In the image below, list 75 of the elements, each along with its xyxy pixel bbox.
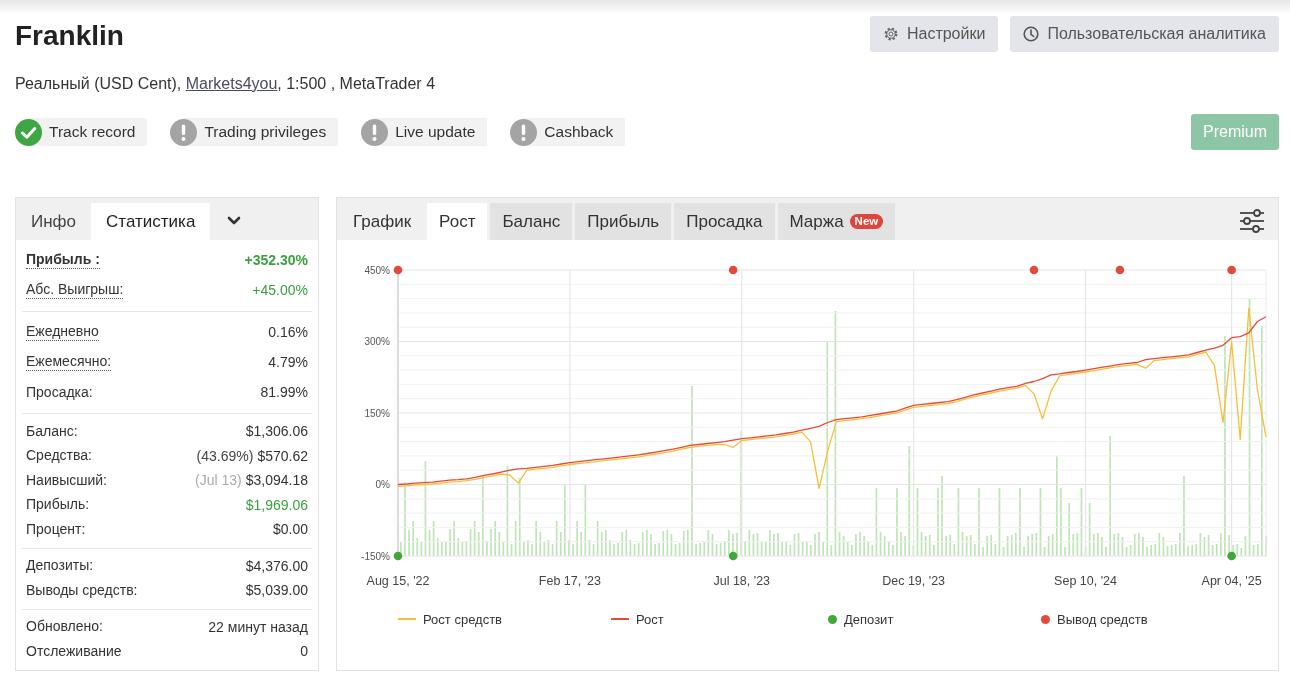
chart-tab[interactable]: Маржа New <box>777 203 896 240</box>
chevron-down-icon[interactable] <box>227 216 242 226</box>
stat-label: Баланс: <box>26 422 78 440</box>
legend-label: Вывод средств <box>1057 611 1148 627</box>
stat-value: $3,094.18 <box>245 472 308 489</box>
panel-tab[interactable]: Статистика <box>91 203 211 240</box>
chart-marker <box>393 265 403 275</box>
stat-value: $1,306.06 <box>245 423 308 440</box>
stat-label: Прибыль : <box>26 251 100 269</box>
settings-button[interactable]: Настройки <box>869 16 999 52</box>
stat-value: $5,039.00 <box>245 582 308 599</box>
gear-icon <box>882 26 899 42</box>
stat-label: Ежедневно <box>26 323 99 341</box>
stat-note: (Jul 13) <box>195 472 242 489</box>
broker-link[interactable]: Markets4you <box>185 75 278 92</box>
stat-label: Выводы средств: <box>26 581 138 599</box>
stat-label: Отслеживание <box>26 642 122 660</box>
stat-label: Наивысший: <box>26 471 107 489</box>
account-details: Реальный (USD Cent), Markets4you, 1:500 , MetaTrader 4 <box>15 74 436 94</box>
chart-marker <box>1227 551 1236 561</box>
x-axis-label: Aug 15, '22 <box>366 574 430 588</box>
chart-marker <box>1227 265 1236 275</box>
stat-value: $0.00 <box>272 521 308 538</box>
legend-label: Рост средств <box>423 611 502 627</box>
stat-label: Обновлено: <box>26 618 103 636</box>
x-axis-label: Jul 18, '23 <box>713 574 771 588</box>
chart-marker <box>1029 265 1039 275</box>
stat-value: $1,969.06 <box>245 496 308 513</box>
chart-tab[interactable]: Баланс <box>490 203 573 240</box>
stat-value: 4.79% <box>268 354 308 370</box>
chart-marker <box>1115 265 1125 275</box>
badge-label: Trading privileges <box>204 123 327 141</box>
y-axis-label: 0% <box>375 479 390 490</box>
badge-label: Live update <box>395 123 476 141</box>
stat-value: 0 <box>300 643 308 660</box>
stat-label: Процент: <box>26 520 86 538</box>
y-axis-label: -150% <box>361 550 390 562</box>
chart-marker <box>393 551 403 561</box>
chart-tab[interactable]: Прибыль <box>575 203 672 240</box>
new-badge: New <box>849 214 884 229</box>
x-axis-label: Dec 19, '23 <box>882 574 946 588</box>
legend-label: Рост <box>636 611 664 627</box>
stat-label: Средства: <box>26 447 92 465</box>
stat-value: 22 минут назад <box>208 618 308 635</box>
badge-label: Cashback <box>544 123 614 141</box>
stat-value: +352.30% <box>244 252 308 268</box>
x-axis-label: Apr 04, '25 <box>1201 574 1262 588</box>
y-axis-label: 450% <box>364 264 390 276</box>
chart-marker <box>728 265 738 275</box>
stat-label: Прибыль: <box>26 496 90 514</box>
chart-heading: График <box>352 211 413 233</box>
clock-icon <box>1023 26 1040 42</box>
panel-tab[interactable]: Инфо <box>16 203 92 240</box>
x-axis-label: Feb 17, '23 <box>538 574 601 588</box>
stat-value: 0.16% <box>268 324 308 340</box>
chart-tab[interactable]: Просадка <box>674 203 775 240</box>
y-axis-label: 300% <box>364 336 390 347</box>
stat-label: Ежемесячно: <box>26 353 112 371</box>
stat-label: Просадка: <box>26 383 93 401</box>
stat-note: (43.69%) <box>196 447 254 464</box>
stat-label: Депозиты: <box>26 557 94 575</box>
stat-value: $4,376.00 <box>245 557 308 574</box>
x-axis-label: Sep 10, '24 <box>1054 574 1117 588</box>
account-title: Franklin <box>15 19 125 53</box>
badge-label: Track record <box>49 123 136 141</box>
legend-label: Депозит <box>844 611 894 627</box>
chart-tab[interactable]: Рост <box>427 203 488 240</box>
chart-marker <box>728 551 738 561</box>
analytics-button[interactable]: Пользовательская аналитика <box>1010 16 1279 52</box>
stat-label: Абс. Выигрыш: <box>26 281 124 299</box>
y-axis-label: 150% <box>364 407 390 419</box>
stat-value: 81.99% <box>260 384 308 400</box>
sliders-icon[interactable] <box>1239 209 1265 233</box>
stat-value: +45.00% <box>252 282 308 298</box>
stat-value: $570.62 <box>257 447 308 464</box>
